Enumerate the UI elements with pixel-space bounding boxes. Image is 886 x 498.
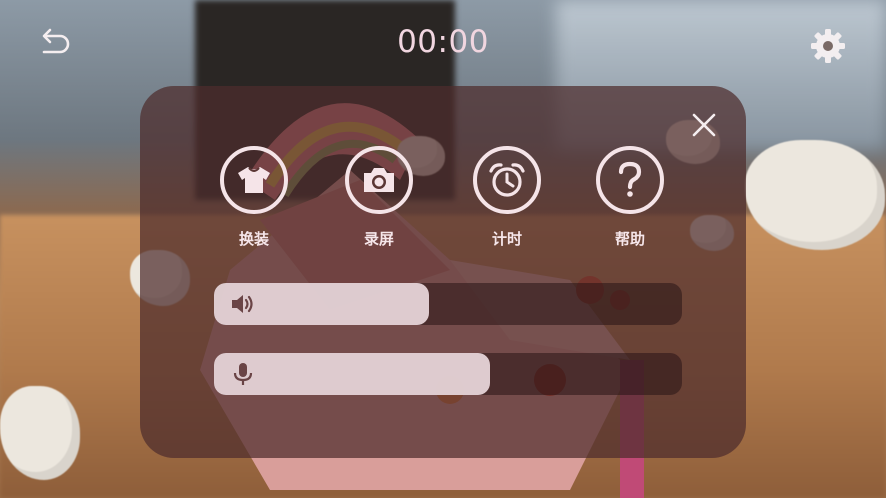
change-outfit-ring <box>220 146 288 214</box>
timer-button[interactable]: 计时 <box>469 146 545 249</box>
close-icon <box>692 113 716 137</box>
record-screen-label: 录屏 <box>363 230 394 248</box>
change-outfit-button[interactable]: 换装 <box>216 146 292 249</box>
gear-icon <box>811 29 845 63</box>
timer-label: 计时 <box>491 230 522 248</box>
speaker-volume-slider[interactable] <box>214 283 682 325</box>
help-ring <box>596 146 664 214</box>
microphone-icon <box>233 363 253 385</box>
recording-timer: 00:00 <box>397 24 489 60</box>
record-screen-ring <box>345 146 413 214</box>
microphone-volume-slider[interactable] <box>214 353 682 395</box>
settings-panel: 换装 录屏 计时 帮助 <box>140 86 746 458</box>
help-button[interactable]: 帮助 <box>592 146 668 249</box>
speaker-icon <box>232 295 253 313</box>
record-screen-button[interactable]: 录屏 <box>341 146 417 249</box>
alarm-clock-icon <box>489 163 525 197</box>
timer-ring <box>473 146 541 214</box>
close-button[interactable] <box>691 112 717 138</box>
change-outfit-label: 换装 <box>238 230 269 248</box>
settings-button[interactable] <box>808 26 848 66</box>
tshirt-icon <box>238 167 270 193</box>
question-icon <box>618 161 642 197</box>
help-label: 帮助 <box>614 230 645 248</box>
camera-icon <box>364 168 394 192</box>
